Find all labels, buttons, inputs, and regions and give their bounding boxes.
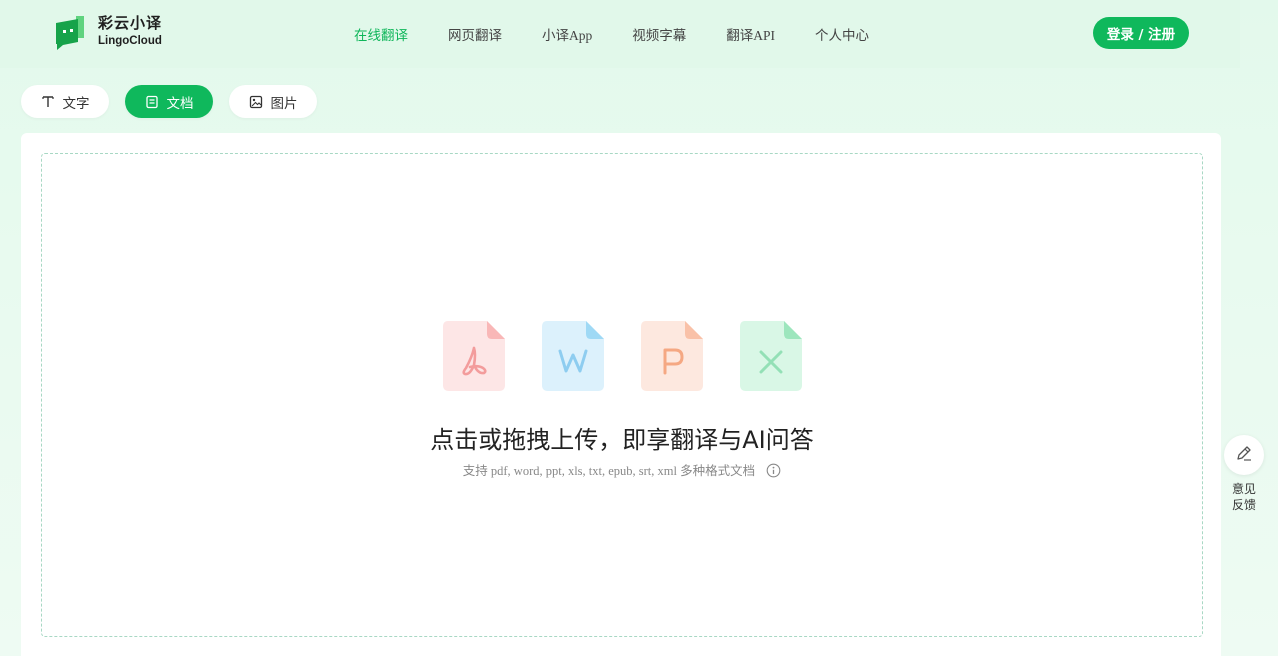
pdf-file-icon [443,321,505,391]
tab-image[interactable]: 图片 [229,85,317,118]
mode-tabs: 文字 文档 图片 [21,85,333,118]
main-nav: 在线翻译 网页翻译 小译App 视频字幕 翻译API 个人中心 [354,24,909,44]
logo-title: 彩云小译 [98,14,163,33]
tab-text-label: 文字 [62,95,90,112]
file-type-icons [443,321,802,391]
feedback-circle[interactable] [1224,435,1264,475]
pencil-icon [1234,443,1254,467]
upload-subtitle: 支持 pdf, word, ppt, xls, txt, epub, srt, … [42,460,1202,482]
tab-text[interactable]: 文字 [21,85,109,118]
logo-subtitle: LingoCloud [98,35,162,48]
image-icon [249,95,263,109]
nav-personal-center[interactable]: 个人中心 [815,24,869,44]
tab-image-label: 图片 [270,95,298,112]
info-icon[interactable] [766,463,781,482]
upload-title: 点击或拖拽上传，即享翻译与AI问答 [430,426,814,454]
nav-online-translate[interactable]: 在线翻译 [354,24,408,44]
logo[interactable]: 彩云小译 LingoCloud [54,14,162,50]
text-icon [41,95,55,109]
ppt-file-icon [641,321,703,391]
feedback-button[interactable]: 意见反馈 [1224,435,1264,513]
nav-translate-api[interactable]: 翻译API [726,24,775,44]
logo-icon [54,14,88,50]
supported-formats-text: 支持 pdf, word, ppt, xls, txt, epub, srt, … [462,464,756,478]
top-navigation-bar: 彩云小译 LingoCloud 在线翻译 网页翻译 小译App 视频字幕 翻译A… [0,0,1240,68]
login-register-button[interactable]: 登录 / 注册 [1093,17,1189,49]
word-file-icon [542,321,604,391]
tab-document[interactable]: 文档 [125,85,213,118]
nav-app[interactable]: 小译App [542,24,592,44]
upload-dropzone[interactable]: 点击或拖拽上传，即享翻译与AI问答 支持 pdf, word, ppt, xls… [41,153,1203,637]
feedback-label: 意见反馈 [1231,482,1256,512]
document-upload-panel: 点击或拖拽上传，即享翻译与AI问答 支持 pdf, word, ppt, xls… [21,133,1221,656]
excel-file-icon [740,321,802,391]
tab-document-label: 文档 [166,95,194,112]
nav-video-subtitle[interactable]: 视频字幕 [632,24,686,44]
document-icon [145,95,159,109]
nav-web-translate[interactable]: 网页翻译 [448,24,502,44]
